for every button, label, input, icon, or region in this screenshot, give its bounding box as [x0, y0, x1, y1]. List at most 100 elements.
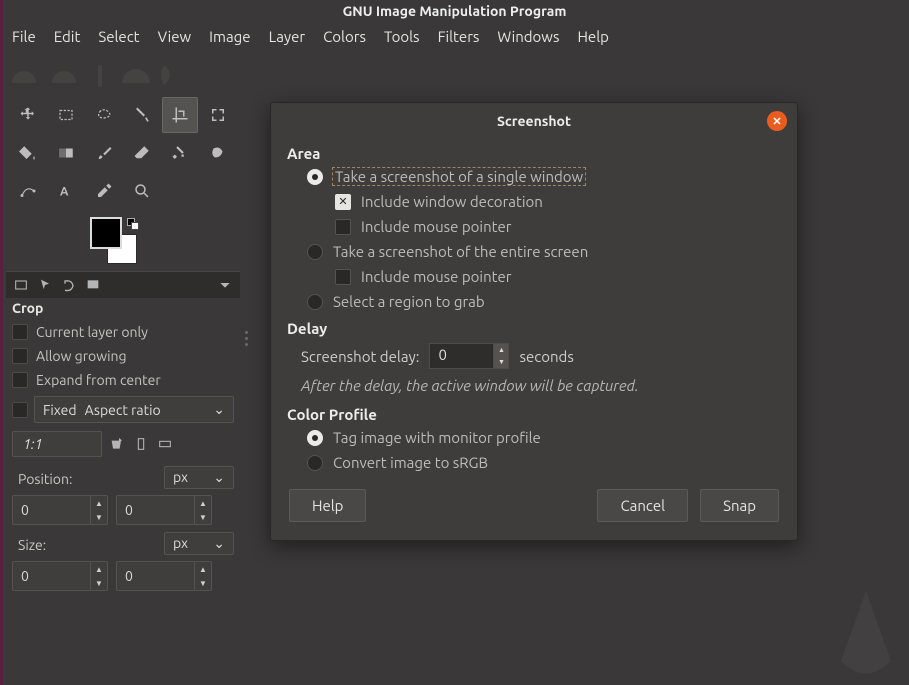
menu-layer[interactable]: Layer	[269, 28, 306, 45]
radio-icon[interactable]	[307, 294, 323, 310]
spin-up-icon[interactable]: ▲	[195, 496, 211, 510]
tool-free-select[interactable]	[86, 97, 122, 133]
opt-allow-growing[interactable]: Allow growing	[6, 344, 240, 368]
opt-tag-monitor[interactable]: Tag image with monitor profile	[271, 425, 797, 450]
checkbox-icon[interactable]	[335, 219, 351, 235]
tool-smudge[interactable]	[200, 135, 236, 171]
snap-button[interactable]: Snap	[700, 489, 779, 522]
tool-gradient[interactable]	[48, 135, 84, 171]
size-w-spinner[interactable]: 0 ▲▼	[12, 561, 108, 591]
landscape-icon[interactable]	[156, 435, 174, 453]
clear-icon[interactable]	[108, 435, 126, 453]
opt-include-decoration[interactable]: ✕ Include window decoration	[271, 189, 797, 214]
fg-color-swatch[interactable]	[92, 219, 120, 247]
tool-color-picker[interactable]	[86, 173, 122, 209]
dock-menu-icon[interactable]	[216, 276, 234, 294]
tool-rect-select[interactable]	[48, 97, 84, 133]
menu-file[interactable]: File	[12, 28, 36, 45]
tool-options-title: Crop	[6, 298, 240, 320]
tool-paths[interactable]	[10, 173, 46, 209]
delay-unit: seconds	[519, 348, 573, 365]
cancel-button[interactable]: Cancel	[597, 489, 688, 522]
aspect-ratio-field[interactable]: 1:1	[12, 431, 102, 457]
opt-current-layer-only[interactable]: Current layer only	[6, 320, 240, 344]
tab-tool-options-icon[interactable]	[12, 276, 30, 294]
svg-text:A: A	[60, 186, 69, 199]
opt-include-pointer-1[interactable]: Include mouse pointer	[271, 214, 797, 239]
panel-drag-grip[interactable]	[240, 53, 252, 593]
tool-bucket-fill[interactable]	[10, 135, 46, 171]
menu-windows[interactable]: Windows	[497, 28, 559, 45]
position-x-spinner[interactable]: 0 ▲▼	[12, 495, 108, 525]
opt-convert-srgb[interactable]: Convert image to sRGB	[271, 450, 797, 475]
radio-icon[interactable]	[307, 455, 323, 471]
opt-fixed-checkbox[interactable]	[12, 402, 28, 418]
spin-down-icon[interactable]: ▼	[91, 510, 107, 524]
spin-down-icon[interactable]: ▼	[195, 510, 211, 524]
checkbox-icon[interactable]	[12, 372, 28, 388]
tool-fuzzy-select[interactable]	[124, 97, 160, 133]
spin-down-icon[interactable]: ▼	[195, 576, 211, 590]
tab-images-icon[interactable]	[84, 276, 102, 294]
menu-help[interactable]: Help	[577, 28, 608, 45]
radio-icon[interactable]	[307, 244, 323, 260]
menu-colors[interactable]: Colors	[323, 28, 366, 45]
tool-crop[interactable]	[162, 97, 198, 133]
portrait-icon[interactable]	[132, 435, 150, 453]
opt-include-pointer-1-label: Include mouse pointer	[361, 218, 511, 235]
spin-up-icon[interactable]: ▲	[494, 344, 508, 356]
position-unit-combo[interactable]: px ⌄	[164, 466, 234, 489]
spin-up-icon[interactable]: ▲	[91, 562, 107, 576]
position-y-value: 0	[117, 502, 194, 518]
tool-eraser[interactable]	[124, 135, 160, 171]
close-button[interactable]: ✕	[767, 111, 787, 131]
checkbox-icon[interactable]: ✕	[335, 194, 351, 210]
size-unit-combo[interactable]: px ⌄	[164, 532, 234, 555]
help-button[interactable]: Help	[289, 489, 366, 522]
left-panel: A Crop Current layer only Allow growing	[0, 53, 240, 593]
checkbox-icon[interactable]	[335, 269, 351, 285]
opt-single-window[interactable]: Take a screenshot of a single window	[271, 164, 797, 189]
menu-tools[interactable]: Tools	[384, 28, 420, 45]
swap-colors-icon[interactable]	[128, 219, 140, 231]
tool-zoom[interactable]	[124, 173, 160, 209]
delay-spinner[interactable]: 0 ▲▼	[429, 343, 509, 369]
opt-single-window-label: Take a screenshot of a single window	[333, 168, 585, 185]
tool-text[interactable]: A	[48, 173, 84, 209]
size-h-spinner[interactable]: 0 ▲▼	[116, 561, 212, 591]
spin-down-icon[interactable]: ▼	[494, 356, 508, 368]
opt-select-region[interactable]: Select a region to grab	[271, 289, 797, 314]
opt-select-region-label: Select a region to grab	[333, 293, 485, 310]
opt-entire-screen[interactable]: Take a screenshot of the entire screen	[271, 239, 797, 264]
spin-up-icon[interactable]: ▲	[195, 562, 211, 576]
delay-hint: After the delay, the active window will …	[271, 373, 797, 400]
checkbox-icon[interactable]	[12, 324, 28, 340]
opt-fixed-combo[interactable]: Fixed Aspect ratio ⌄	[34, 396, 234, 423]
radio-icon[interactable]	[307, 169, 323, 185]
opt-expand-from-center[interactable]: Expand from center	[6, 368, 240, 392]
position-y-spinner[interactable]: 0 ▲▼	[116, 495, 212, 525]
combo-fixed-label: Fixed	[43, 402, 77, 418]
menu-image[interactable]: Image	[209, 28, 250, 45]
tool-unified-transform[interactable]	[200, 97, 236, 133]
checkbox-icon[interactable]	[12, 348, 28, 364]
menu-edit[interactable]: Edit	[54, 28, 81, 45]
tool-move[interactable]	[10, 97, 46, 133]
tool-clone[interactable]	[162, 135, 198, 171]
spin-down-icon[interactable]: ▼	[91, 576, 107, 590]
size-w-value: 0	[13, 568, 90, 584]
tab-undo-history-icon[interactable]	[60, 276, 78, 294]
spin-up-icon[interactable]: ▲	[91, 496, 107, 510]
opt-label: Allow growing	[36, 348, 127, 364]
menu-select[interactable]: Select	[98, 28, 139, 45]
tool-paintbrush[interactable]	[86, 135, 122, 171]
opt-tag-monitor-label: Tag image with monitor profile	[333, 429, 541, 446]
tab-device-status-icon[interactable]	[36, 276, 54, 294]
opt-include-pointer-2[interactable]: Include mouse pointer	[271, 264, 797, 289]
menu-view[interactable]: View	[158, 28, 192, 45]
color-swatches[interactable]	[92, 219, 144, 263]
menu-filters[interactable]: Filters	[438, 28, 480, 45]
opt-include-pointer-2-label: Include mouse pointer	[361, 268, 511, 285]
delay-heading: Delay	[271, 314, 797, 339]
radio-icon[interactable]	[307, 430, 323, 446]
